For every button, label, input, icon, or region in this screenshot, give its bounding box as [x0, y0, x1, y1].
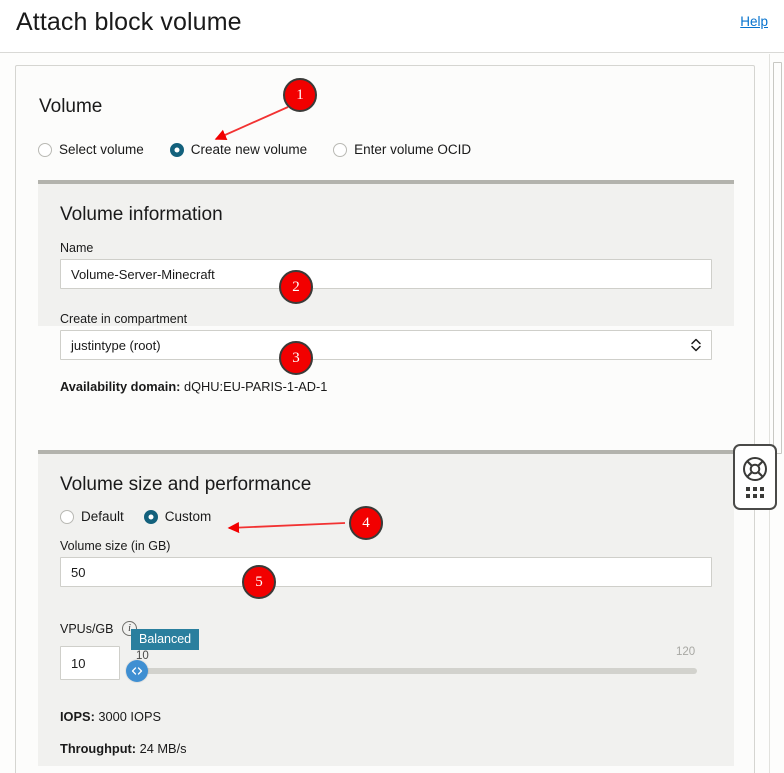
- volume-size-input[interactable]: 50: [60, 557, 712, 587]
- radio-create-new-volume-indicator[interactable]: [169, 142, 184, 157]
- volume-source-radio-group: Select volume Create new volume Enter vo…: [38, 142, 497, 157]
- slider-arrows-icon: [131, 667, 143, 675]
- iops-value: 3000 IOPS: [98, 709, 162, 724]
- compartment-field-label: Create in compartment: [60, 312, 188, 326]
- volume-size-heading: Volume size and performance: [60, 474, 312, 495]
- name-input[interactable]: Volume-Server-Minecraft: [60, 259, 712, 289]
- page-title: Attach block volume: [16, 8, 242, 36]
- iops-label: IOPS:: [60, 709, 95, 724]
- slider-tooltip: Balanced: [131, 629, 200, 650]
- annotation-badge-4: 4: [349, 506, 383, 540]
- throughput-label: Throughput:: [60, 741, 137, 756]
- radio-select-volume[interactable]: Select volume: [38, 142, 144, 157]
- compartment-select[interactable]: justintype (root): [60, 330, 712, 360]
- volume-information-panel: Volume information Name Volume-Server-Mi…: [38, 180, 734, 394]
- radio-enter-volume-ocid-indicator[interactable]: [333, 142, 348, 157]
- radio-custom-size[interactable]: Custom: [143, 509, 212, 524]
- throughput-row: Throughput: 24 MB/s: [60, 741, 187, 756]
- life-ring-icon: [743, 457, 767, 481]
- volume-information-heading: Volume information: [60, 204, 223, 225]
- radio-custom-size-label: Custom: [164, 509, 212, 524]
- attach-block-volume-page: Attach block volume Help Volume Select v…: [0, 0, 784, 773]
- radio-create-new-volume-label: Create new volume: [190, 142, 308, 157]
- radio-custom-size-indicator[interactable]: [143, 509, 158, 524]
- support-floating-button[interactable]: [733, 444, 777, 510]
- vpus-input[interactable]: 10: [60, 646, 120, 680]
- vpus-slider-handle[interactable]: [126, 660, 148, 682]
- volume-section-heading: Volume: [39, 96, 103, 117]
- availability-domain-label: Availability domain:: [60, 379, 181, 394]
- availability-domain-row: Availability domain: dQHU:EU-PARIS-1-AD-…: [60, 379, 327, 394]
- volume-size-mode-radio-group: Default Custom: [60, 509, 237, 524]
- dots-grid-icon: [746, 487, 764, 498]
- radio-enter-volume-ocid-label: Enter volume OCID: [354, 142, 472, 157]
- radio-default-size[interactable]: Default: [60, 509, 124, 524]
- iops-row: IOPS: 3000 IOPS: [60, 709, 161, 724]
- annotation-badge-3: 3: [279, 341, 313, 375]
- volume-size-performance-panel: Volume size and performance Default Cust…: [38, 450, 734, 766]
- name-field-label: Name: [60, 241, 94, 255]
- radio-enter-volume-ocid[interactable]: Enter volume OCID: [333, 142, 471, 157]
- annotation-badge-2: 2: [279, 270, 313, 304]
- page-header: Attach block volume Help: [0, 0, 784, 53]
- volume-card: Volume Select volume Create new volume E…: [15, 65, 755, 773]
- chevron-updown-icon: [690, 337, 702, 353]
- annotation-badge-5: 5: [242, 565, 276, 599]
- vertical-scrollbar-track[interactable]: [769, 54, 784, 773]
- slider-max-tick-label: 120: [676, 646, 696, 658]
- radio-default-size-label: Default: [81, 509, 124, 524]
- radio-select-volume-label: Select volume: [59, 142, 144, 157]
- help-link[interactable]: Help: [740, 14, 768, 29]
- vpus-slider-track[interactable]: [134, 668, 697, 674]
- vertical-scrollbar-thumb[interactable]: [773, 62, 782, 454]
- availability-domain-value: dQHU:EU-PARIS-1-AD-1: [183, 379, 328, 394]
- annotation-badge-1: 1: [283, 78, 317, 112]
- radio-select-volume-indicator[interactable]: [38, 142, 52, 157]
- volume-size-field-label: Volume size (in GB): [60, 539, 171, 553]
- radio-create-new-volume[interactable]: Create new volume: [169, 142, 308, 157]
- vpus-field-label: VPUs/GB: [60, 622, 114, 636]
- radio-default-size-indicator[interactable]: [60, 509, 74, 524]
- throughput-value: 24 MB/s: [139, 741, 187, 756]
- compartment-select-value: justintype (root): [71, 337, 161, 353]
